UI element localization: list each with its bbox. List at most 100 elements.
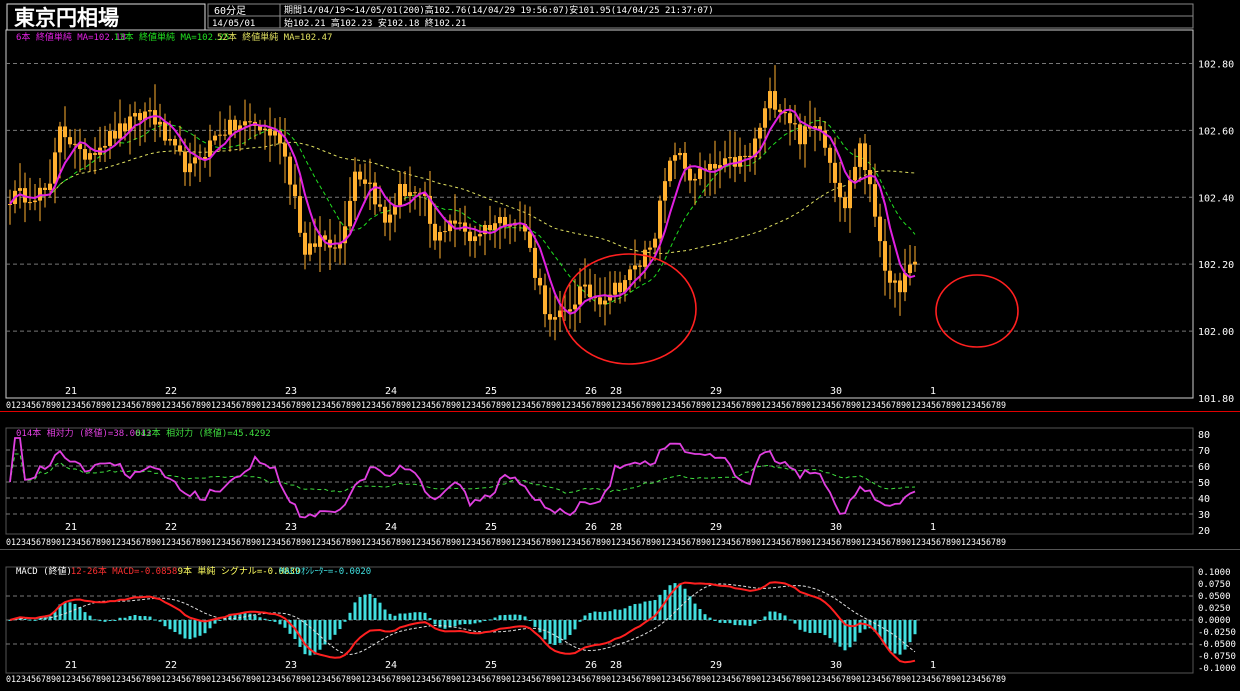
price-legend-item: 52本 終値単純 MA=102.47	[217, 31, 332, 43]
candle-body	[553, 317, 557, 320]
candle-body	[673, 155, 677, 161]
macd-osc-bar	[133, 614, 137, 620]
candle-body	[688, 168, 692, 181]
macd-osc-bar	[728, 620, 732, 624]
macd-y-tick-label: -0.0750	[1198, 652, 1236, 662]
candle-body	[853, 166, 857, 181]
macd-osc-bar	[683, 588, 687, 620]
macd-osc-bar	[368, 593, 372, 620]
candle-body	[358, 171, 362, 180]
candle-body	[183, 151, 187, 173]
macd-osc-bar	[528, 620, 532, 621]
macd-osc-bar	[818, 620, 822, 633]
candle-body	[578, 286, 582, 305]
candle-body	[843, 197, 847, 209]
macd-osc-bar	[218, 619, 222, 621]
candle-body	[568, 309, 572, 312]
macd-osc-bar	[138, 616, 142, 620]
macd-osc-bar	[753, 620, 757, 624]
macd-osc-bar	[538, 620, 542, 633]
candle-body	[898, 280, 902, 293]
macd-osc-bar	[543, 620, 547, 640]
macd-osc-bar	[303, 620, 307, 655]
candle-body	[633, 265, 637, 270]
macd-osc-bar	[908, 620, 912, 643]
period-line: 期間14/04/19～14/05/01(200)高102.76(14/04/29…	[284, 4, 714, 16]
macd-osc-bar	[118, 617, 122, 620]
macd-y-tick-label: 0.1000	[1198, 568, 1231, 578]
macd-osc-bar	[628, 605, 632, 620]
macd-osc-bar	[333, 620, 337, 635]
macd-osc-bar	[833, 620, 837, 643]
rsi-y-tick-label: 70	[1198, 446, 1210, 457]
price-legend-item: 6本 終値単純 MA=102.18	[16, 31, 126, 43]
price-day-label: 21	[65, 386, 77, 397]
macd-osc-bar	[348, 612, 352, 620]
candle-body	[793, 123, 797, 125]
candle-body	[163, 121, 167, 141]
candle-body	[573, 304, 577, 310]
macd-osc-bar	[143, 616, 147, 620]
macd-osc-bar	[78, 607, 82, 620]
macd-osc-bar	[773, 611, 777, 620]
macd-osc-bar	[73, 603, 77, 620]
rsi-y-axis: 80 70 60 50 40 30 20	[1198, 430, 1210, 537]
macd-osc-bar	[28, 619, 32, 621]
macd-osc-bar	[858, 620, 862, 633]
candle-body	[298, 196, 302, 233]
ohlc-line: 始102.21 高102.23 安102.18 終102.21	[284, 17, 466, 29]
candle-body	[368, 182, 372, 184]
macd-osc-bar	[108, 620, 112, 621]
candle-body	[88, 153, 92, 160]
macd-osc-bar	[738, 620, 742, 626]
candle-body	[348, 200, 352, 227]
macd-y-tick-label: 0.0250	[1198, 604, 1231, 614]
candle-body	[333, 247, 337, 249]
macd-osc-bar	[598, 611, 602, 620]
candle-body	[263, 128, 267, 131]
candle-body	[653, 238, 657, 248]
rsi-day-label: 26	[585, 522, 597, 533]
candle-body	[8, 204, 12, 206]
candle-body	[268, 128, 272, 136]
macd-osc-bar	[403, 613, 407, 620]
candle-body	[33, 200, 37, 203]
macd-osc-bar	[583, 615, 587, 620]
price-hour-labels: 0123456789012345678901234567890123456789…	[6, 401, 1006, 411]
candle-body	[903, 273, 907, 293]
rsi-y-tick-label: 30	[1198, 510, 1210, 521]
macd-osc-bar	[283, 620, 287, 628]
rsi-hour-label: 0123456789012345678901234567890123456789…	[6, 538, 1006, 548]
candle-body	[838, 182, 842, 198]
candle-body	[668, 160, 672, 182]
macd-osc-bar	[313, 620, 317, 655]
macd-osc-bar	[828, 620, 832, 639]
macd-osc-bar	[393, 615, 397, 620]
rsi-day-label: 30	[830, 522, 842, 533]
panel-separator-1	[0, 411, 1240, 412]
price-day-label: 22	[165, 386, 177, 397]
price-day-label: 29	[710, 386, 722, 397]
price-day-label: 30	[830, 386, 842, 397]
price-day-label: 26	[585, 386, 597, 397]
candle-body	[433, 223, 437, 241]
macd-osc-bar	[273, 620, 277, 622]
macd-osc-bar	[643, 601, 647, 620]
candle-body	[188, 163, 192, 173]
price-day-label: 28	[610, 386, 622, 397]
macd-osc-bar	[838, 620, 842, 647]
macd-osc-bar	[413, 612, 417, 620]
macd-osc-bar	[88, 615, 92, 620]
candle-body	[643, 249, 647, 267]
macd-osc-bar	[688, 596, 692, 620]
rsi-day-label: 23	[285, 522, 297, 533]
macd-osc-bar	[343, 620, 347, 622]
macd-y-axis: 0.1000 0.0750 0.0500 0.0250 0.0000 -0.0250 -0.…	[1198, 568, 1236, 674]
macd-osc-bar	[503, 614, 507, 620]
macd-osc-bar	[883, 620, 887, 645]
price-day-label: 25	[485, 386, 497, 397]
macd-osc-bar	[813, 620, 817, 633]
candle-body	[403, 183, 407, 197]
macd-osc-bar	[193, 620, 197, 638]
macd-osc-bar	[128, 616, 132, 620]
